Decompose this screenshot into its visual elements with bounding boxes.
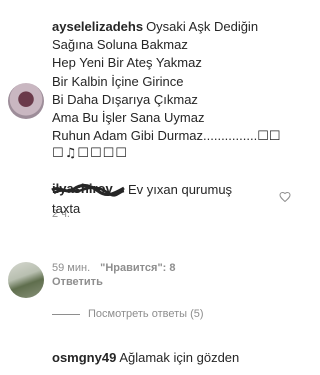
comment-text: taxta <box>52 201 81 216</box>
comment-line: Bi Daha Dışarıya Çıkmaz <box>52 91 198 107</box>
comment-username[interactable]: osmgny49 <box>52 350 116 365</box>
comment-line: ☐♫☐☐☐☐ <box>52 146 128 162</box>
comment-line: Oysaki Aşk Dediğin <box>146 19 259 34</box>
heart-icon[interactable] <box>279 191 291 203</box>
scribble-redaction-icon <box>51 183 125 197</box>
comment-body: osmgny49 Ağlamak için gözden <box>52 350 239 365</box>
replies-divider <box>52 314 80 315</box>
comment-meta: 59 мин. "Нравится": 8 Ответить <box>52 261 186 289</box>
comment-text: Ağlamak için gözden <box>119 350 240 365</box>
comment-timestamp[interactable]: 59 мин. <box>52 262 90 274</box>
view-replies-button[interactable]: Посмотреть ответы (5) <box>88 308 204 320</box>
likes-count[interactable]: "Нравится": 8 <box>100 262 175 274</box>
avatar[interactable] <box>8 262 44 298</box>
comment-line: Ruhun Adam Gibi Durmaz...............☐☐ <box>52 128 281 144</box>
reply-button[interactable]: Ответить <box>52 276 103 288</box>
comment-line: Sağına Soluna Bakmaz <box>52 37 188 53</box>
comment-username[interactable]: ayselelizadehs <box>52 19 143 34</box>
avatar[interactable] <box>8 83 44 119</box>
comment-text: Ev yıxan qurumuş <box>128 182 233 197</box>
comment-line: Hep Yeni Bir Ateş Yakmaz <box>52 55 202 71</box>
comment-body: ayselelizadehs Oysaki Aşk Dediğin Sağına … <box>52 18 282 164</box>
comment-line: Ama Bu İşler Sana Uymaz <box>52 110 205 126</box>
comment-line: Bir Kalbin İçine Girince <box>52 73 184 89</box>
